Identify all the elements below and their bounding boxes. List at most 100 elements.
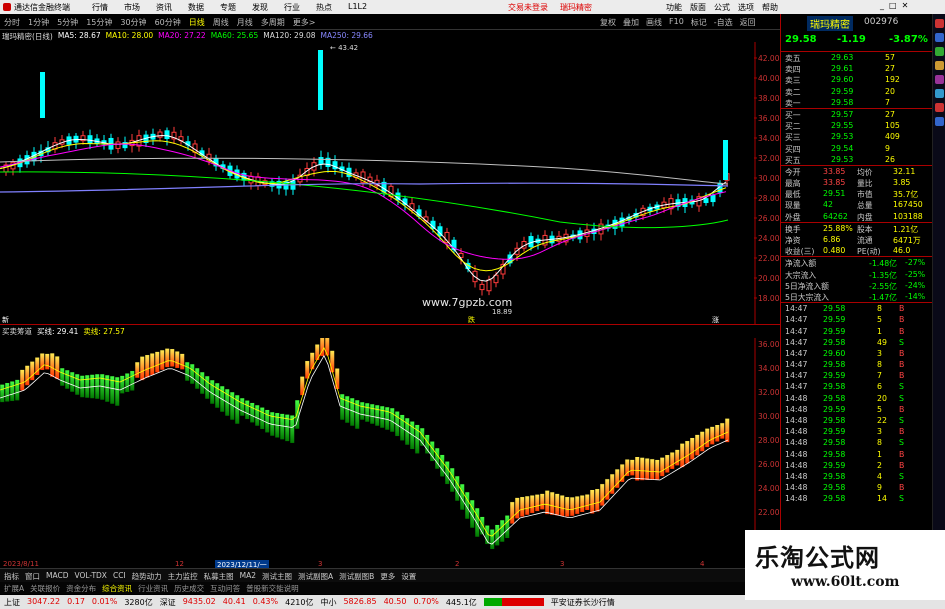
tick-row[interactable]: 14:47 29.58 8 B — [781, 359, 932, 370]
indicator-tab[interactable]: 窗口 — [23, 569, 42, 582]
menu-item-industry[interactable]: 行业 — [284, 2, 300, 13]
chart-tool-button[interactable]: 叠加 — [623, 17, 639, 28]
info-tab[interactable]: 互动问答 — [208, 582, 242, 594]
menu-item-data[interactable]: 数据 — [188, 2, 204, 13]
bid-row[interactable]: 买四 29.54 9 — [781, 143, 932, 154]
tick-row[interactable]: 14:47 29.58 6 S — [781, 381, 932, 392]
period-tab[interactable]: 60分钟 — [153, 17, 183, 28]
chart-tool-button[interactable]: F10 — [669, 17, 684, 28]
ask-row[interactable]: 卖三 29.60 192 — [781, 74, 932, 85]
sidebar-news-icon[interactable] — [935, 47, 944, 56]
sidebar-fund-icon[interactable] — [935, 61, 944, 70]
tick-row[interactable]: 14:48 29.58 14 S — [781, 493, 932, 504]
ask-row[interactable]: 卖一 29.58 7 — [781, 97, 932, 108]
stat-row[interactable]: 收益(三) 0.480 PE(动) 46.0 — [781, 245, 932, 256]
menu-item-topic[interactable]: 专题 — [220, 2, 236, 13]
quote-row[interactable]: 最高 33.85 量比 3.85 — [781, 177, 932, 188]
tick-row[interactable]: 14:48 29.59 2 B — [781, 460, 932, 471]
ask-row[interactable]: 卖四 29.61 27 — [781, 63, 932, 74]
indicator-tab[interactable]: 主力监控 — [166, 569, 200, 582]
info-tab[interactable]: 关联报价 — [28, 582, 62, 594]
sidebar-alert-icon[interactable] — [935, 103, 944, 112]
sh-index-name[interactable]: 上证 — [4, 597, 20, 607]
ask-row[interactable]: 卖二 29.59 20 — [781, 86, 932, 97]
indicator-tab[interactable]: VOL-TDX — [72, 569, 108, 582]
info-tab[interactable]: 综合资讯 — [100, 582, 134, 594]
quote-row[interactable]: 外盘 64262 内盘 103188 — [781, 211, 932, 222]
chart-tool-button[interactable]: -自选 — [714, 17, 733, 28]
quote-row[interactable]: 今开 33.85 均价 32.11 — [781, 166, 932, 177]
indicator-tab[interactable]: CCI — [111, 569, 128, 582]
chart-tool-button[interactable]: 标记 — [691, 17, 707, 28]
bid-row[interactable]: 买二 29.55 105 — [781, 120, 932, 131]
bid-row[interactable]: 买五 29.53 26 — [781, 154, 932, 165]
tick-row[interactable]: 14:48 29.58 9 B — [781, 482, 932, 493]
menu-item-formula[interactable]: 公式 — [714, 2, 730, 13]
menu-item-news[interactable]: 资讯 — [156, 2, 172, 13]
tick-row[interactable]: 14:47 29.59 1 B — [781, 326, 932, 337]
stock-link[interactable]: 瑞玛精密 — [560, 2, 592, 13]
indicator-tab[interactable]: MACD — [44, 569, 70, 582]
sz-index-name[interactable]: 深证 — [160, 597, 176, 607]
flow-row[interactable]: 大宗流入 -1.35亿 -25% — [781, 269, 932, 280]
tick-row[interactable]: 14:48 29.58 4 S — [781, 471, 932, 482]
tick-row[interactable]: 14:48 29.59 3 B — [781, 426, 932, 437]
indicator-tab[interactable]: 设置 — [399, 569, 418, 582]
minimize-icon[interactable]: _ — [880, 1, 884, 10]
menu-item-discover[interactable]: 发现 — [252, 2, 268, 13]
period-tab[interactable]: 周线 — [211, 17, 231, 28]
trade-login-link[interactable]: 交易未登录 — [508, 2, 548, 13]
stat-row[interactable]: 换手 25.88% 股本 1.21亿 — [781, 223, 932, 234]
chart-tool-button[interactable]: 画线 — [646, 17, 662, 28]
tick-row[interactable]: 14:47 29.59 5 B — [781, 314, 932, 325]
kline-chart[interactable]: 42.00 40.00 38.00 36.00 34.00 32.00 30.00 28.00… — [0, 42, 780, 324]
tick-row[interactable]: 14:47 29.58 49 S — [781, 337, 932, 348]
info-tab[interactable]: 扩展A — [2, 582, 26, 594]
flow-row[interactable]: 净流入额 -1.48亿 -27% — [781, 257, 932, 268]
period-tab[interactable]: 1分钟 — [26, 17, 51, 28]
indicator-tab[interactable]: 指标 — [2, 569, 21, 582]
sidebar-tool-icon[interactable] — [935, 75, 944, 84]
quote-row[interactable]: 最低 29.51 市值 35.7亿 — [781, 188, 932, 199]
info-tab[interactable]: 普股新交能说明 — [244, 582, 301, 594]
indicator-tab[interactable]: 测试主图 — [260, 569, 294, 582]
sidebar-quote-icon[interactable] — [935, 19, 944, 28]
stat-row[interactable]: 净资 6.86 流通 6471万 — [781, 234, 932, 245]
bid-row[interactable]: 买三 29.53 409 — [781, 131, 932, 142]
tick-row[interactable]: 14:47 29.58 8 B — [781, 303, 932, 314]
bid-row[interactable]: 买一 29.57 27 — [781, 109, 932, 120]
info-tab[interactable]: 资金分布 — [64, 582, 98, 594]
tick-row[interactable]: 14:48 29.59 5 B — [781, 404, 932, 415]
sidebar-chart-icon[interactable] — [935, 33, 944, 42]
period-tab[interactable]: 15分钟 — [84, 17, 114, 28]
period-tab[interactable]: 分时 — [2, 17, 22, 28]
menu-item-function[interactable]: 功能 — [666, 2, 682, 13]
menu-item-l1l2[interactable]: L1L2 — [348, 2, 367, 13]
period-tab[interactable]: 日线 — [187, 17, 207, 28]
chart-tool-button[interactable]: 复权 — [600, 17, 616, 28]
indicator-chart[interactable]: 36.00 34.00 32.00 30.00 28.00 26.00 24.00 22.00… — [0, 332, 780, 560]
tick-row[interactable]: 14:47 29.60 3 B — [781, 348, 932, 359]
info-tab[interactable]: 行业资讯 — [136, 582, 170, 594]
menu-item-hotspot[interactable]: 热点 — [316, 2, 332, 13]
info-tab[interactable]: 历史成交 — [172, 582, 206, 594]
indicator-tab[interactable]: 私募主图 — [202, 569, 236, 582]
sidebar-info-icon[interactable] — [935, 89, 944, 98]
close-icon[interactable]: ✕ — [902, 1, 909, 10]
quote-row[interactable]: 现量 42 总量 167450 — [781, 199, 932, 210]
indicator-tab[interactable]: 测试副图B — [337, 569, 376, 582]
period-tab[interactable]: 5分钟 — [55, 17, 80, 28]
indicator-tab[interactable]: 趋势动力 — [130, 569, 164, 582]
indicator-tab[interactable]: 更多 — [378, 569, 397, 582]
ask-row[interactable]: 卖五 29.63 57 — [781, 52, 932, 63]
tick-row[interactable]: 14:47 29.59 7 B — [781, 370, 932, 381]
zx-index-name[interactable]: 中小 — [320, 597, 336, 607]
tick-row[interactable]: 14:48 29.58 1 B — [781, 449, 932, 460]
tick-row[interactable]: 14:48 29.58 22 S — [781, 415, 932, 426]
indicator-tab[interactable]: MA2 — [238, 569, 258, 582]
chart-tool-button[interactable]: 返回 — [740, 17, 756, 28]
tick-row[interactable]: 14:48 29.58 20 S — [781, 393, 932, 404]
period-tab[interactable]: 月线 — [235, 17, 255, 28]
menu-item-market[interactable]: 市场 — [124, 2, 140, 13]
flow-row[interactable]: 5日大宗流入 -1.47亿 -14% — [781, 291, 932, 302]
